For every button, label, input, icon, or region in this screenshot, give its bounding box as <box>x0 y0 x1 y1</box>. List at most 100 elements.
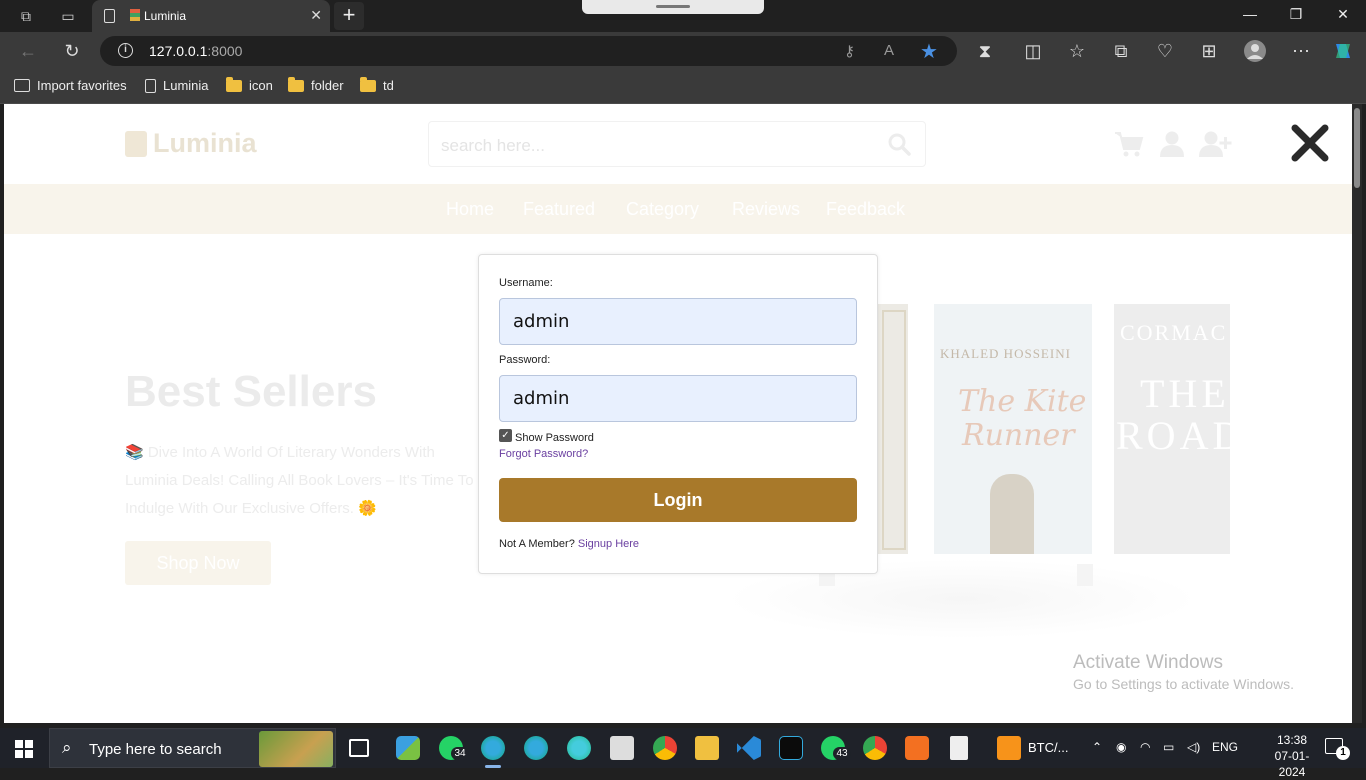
restore-icon[interactable]: ❐ <box>1286 6 1306 26</box>
favorite-folder-icon[interactable]: icon <box>226 76 273 93</box>
key-icon[interactable]: ⚷ <box>844 42 855 60</box>
search-input[interactable]: search here... <box>441 136 545 156</box>
favorites-icon[interactable]: ☆ <box>1066 40 1088 62</box>
edge-profile-icon[interactable] <box>481 736 505 760</box>
wifi-icon[interactable]: ◠ <box>1140 740 1150 754</box>
page-scrollbar[interactable] <box>1352 104 1362 723</box>
search-icon: ⌕ <box>62 738 72 757</box>
favorite-folder-folder[interactable]: folder <box>288 76 344 93</box>
site-header: Luminia search here... <box>4 104 1352 184</box>
snipping-tool-icon[interactable] <box>610 736 634 760</box>
book-icon <box>125 130 147 157</box>
battery-icon[interactable]: ▭ <box>1163 740 1174 754</box>
show-password-label[interactable]: Show Password <box>515 432 594 444</box>
activation-watermark-title: Activate Windows <box>1073 652 1223 673</box>
new-tab-button[interactable]: + <box>334 2 364 30</box>
password-label: Password: <box>499 354 551 366</box>
copilot-icon[interactable] <box>1332 40 1354 62</box>
taskbar-search[interactable]: ⌕ Type here to search <box>49 728 336 768</box>
login-button[interactable]: Login <box>499 478 857 522</box>
user-icon[interactable] <box>1157 130 1187 158</box>
book-cover-1[interactable] <box>876 304 908 554</box>
address-bar[interactable]: i 127.0.0.1:8000 ⚷ A ★ <box>100 36 957 66</box>
browser-tab-luminia[interactable]: Luminia ✕ <box>92 0 330 32</box>
edge-beta-icon[interactable] <box>567 736 591 760</box>
tab-actions-icon[interactable]: ▭ <box>58 6 78 26</box>
notepad-icon[interactable] <box>950 736 968 760</box>
close-window-icon[interactable]: ✕ <box>1333 6 1353 26</box>
read-aloud-icon[interactable]: A <box>884 42 894 59</box>
chrome-icon[interactable] <box>653 736 677 760</box>
url-text[interactable]: 127.0.0.1:8000 <box>149 43 242 59</box>
nav-reviews[interactable]: Reviews <box>732 199 800 220</box>
site-search-box[interactable]: search here... <box>428 121 926 167</box>
import-icon <box>14 79 30 92</box>
site-navbar: Home Featured Category Reviews Feedback <box>4 184 1352 234</box>
collections-icon[interactable]: ⧉ <box>1110 40 1132 62</box>
apps-icon[interactable]: ⊞ <box>1198 40 1220 62</box>
clock[interactable]: 13:38 07-01-2024 <box>1262 732 1322 780</box>
favorite-star-icon[interactable]: ★ <box>920 39 938 64</box>
favorites-bar: Import favorites Luminia icon folder td <box>0 70 1366 104</box>
edge-icon[interactable] <box>524 736 548 760</box>
refresh-icon[interactable]: ↻ <box>61 40 83 62</box>
signup-prompt: Not A Member? Signup Here <box>499 538 640 550</box>
more-menu-icon[interactable]: ⋯ <box>1290 40 1312 62</box>
show-password-checkbox[interactable]: ✓ <box>499 429 512 442</box>
site-logo[interactable]: Luminia <box>125 128 257 159</box>
split-screen-icon[interactable]: ◫ <box>1022 40 1044 62</box>
windows-taskbar: ⌕ Type here to search 34 43 BTC/... ⌃ ◉ … <box>0 728 1366 779</box>
nav-home[interactable]: Home <box>446 199 494 220</box>
add-user-icon[interactable] <box>1199 130 1233 158</box>
favorite-folder-td[interactable]: td <box>360 76 394 93</box>
whatsapp-badge: 34 <box>451 747 469 760</box>
xampp-icon[interactable] <box>905 736 929 760</box>
nav-feedback[interactable]: Feedback <box>826 199 905 220</box>
show-hidden-icons-icon[interactable]: ⌃ <box>1092 740 1102 754</box>
shop-now-button[interactable]: Shop Now <box>125 541 271 585</box>
task-view-icon[interactable] <box>349 739 369 757</box>
btc-label[interactable]: BTC/... <box>1028 740 1068 755</box>
book-cover-kite-runner[interactable]: KHALED HOSSEINI The Kite Runner <box>934 304 1092 554</box>
extensions-icon[interactable]: ⧗ <box>974 40 996 62</box>
back-icon[interactable]: ← <box>17 40 39 62</box>
vscode-icon[interactable] <box>737 736 761 760</box>
minimize-icon[interactable]: — <box>1240 6 1260 26</box>
site-info-icon[interactable]: i <box>118 43 133 58</box>
scrollbar-thumb[interactable] <box>1354 108 1360 188</box>
nav-category[interactable]: Category <box>626 199 699 220</box>
btc-app-icon[interactable] <box>997 736 1021 760</box>
volume-icon[interactable]: ◁) <box>1187 740 1200 754</box>
close-tab-icon[interactable]: ✕ <box>310 7 322 24</box>
cart-icon[interactable] <box>1114 130 1144 158</box>
browser-essentials-icon[interactable]: ♡ <box>1154 40 1176 62</box>
browser-toolbar: ← ↻ i 127.0.0.1:8000 ⚷ A ★ ⧗ ◫ ☆ ⧉ ♡ ⊞ ⋯ <box>0 32 1366 70</box>
forgot-password-link[interactable]: Forgot Password? <box>499 448 588 460</box>
profile-avatar-icon[interactable] <box>1244 40 1266 62</box>
password-input[interactable]: admin <box>499 375 857 422</box>
tab-title: Luminia <box>144 9 187 23</box>
signup-link[interactable]: Signup Here <box>578 538 639 550</box>
terminal-icon[interactable] <box>779 736 803 760</box>
browser-tab-bar: ⧉ ▭ Luminia ✕ + — ❐ ✕ <box>0 0 1366 32</box>
window-drag-handle[interactable] <box>582 0 764 14</box>
workspaces-icon[interactable]: ⧉ <box>16 6 36 26</box>
close-login-icon[interactable] <box>1289 122 1331 164</box>
language-indicator[interactable]: ENG <box>1212 740 1238 754</box>
file-explorer-icon[interactable] <box>695 736 719 760</box>
username-input[interactable]: admin <box>499 298 857 345</box>
meet-now-icon[interactable]: ◉ <box>1116 740 1126 754</box>
chrome-profile-icon[interactable] <box>863 736 887 760</box>
page-icon <box>104 9 115 23</box>
favorite-import[interactable]: Import favorites <box>14 78 127 93</box>
start-windows-icon[interactable] <box>15 740 33 758</box>
page-viewport: Luminia search here... Home Featured Cat… <box>4 104 1352 723</box>
search-icon[interactable] <box>887 132 911 156</box>
book-cover-the-road[interactable]: CORMAC McCARTHY THE ROAD <box>1114 304 1230 554</box>
widgets-icon[interactable] <box>396 736 420 760</box>
favorite-luminia[interactable]: Luminia <box>145 78 209 93</box>
search-highlight-image <box>259 731 333 767</box>
nav-featured[interactable]: Featured <box>523 199 595 220</box>
folder-icon <box>288 76 304 92</box>
activation-watermark-text: Go to Settings to activate Windows. <box>1073 676 1294 692</box>
